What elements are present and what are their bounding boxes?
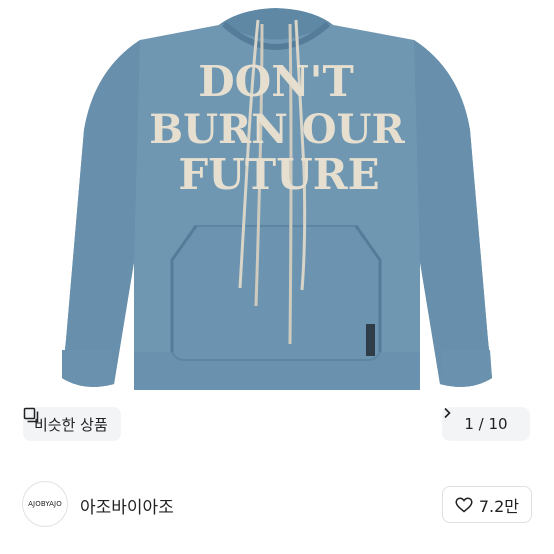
chevron-right-icon — [444, 407, 451, 419]
graphic-line-3: FUTURE — [178, 150, 379, 199]
right-cuff — [440, 350, 492, 387]
seller-avatar[interactable]: AJOBYAJO — [22, 481, 68, 527]
image-pager[interactable]: 1 / 10 — [442, 407, 530, 441]
pager-text: 1 / 10 — [464, 415, 508, 433]
left-sleeve — [62, 40, 140, 387]
graphic-line-1: DON'T — [198, 57, 354, 106]
left-cuff — [62, 350, 114, 387]
similar-items-icon — [23, 407, 39, 423]
right-sleeve — [414, 40, 492, 387]
product-image-gallery[interactable]: DON'T BURN OUR FUTURE 비슷한 상품 1 / 10 — [0, 0, 554, 462]
product-image: DON'T BURN OUR FUTURE — [62, 8, 492, 390]
similar-items-button[interactable]: 비슷한 상품 — [23, 407, 121, 441]
seller-name[interactable]: 아조바이아조 — [80, 493, 174, 518]
like-count: 7.2만 — [478, 496, 519, 516]
brand-tag — [366, 324, 375, 356]
seller-logo-text: AJOBYAJO — [28, 500, 62, 508]
heart-outline-icon — [455, 496, 473, 512]
kangaroo-pocket — [171, 225, 381, 361]
graphic-line-2: BURN OUR — [149, 106, 405, 153]
like-button[interactable]: 7.2만 — [441, 486, 532, 523]
similar-items-label: 비슷한 상품 — [34, 415, 108, 434]
